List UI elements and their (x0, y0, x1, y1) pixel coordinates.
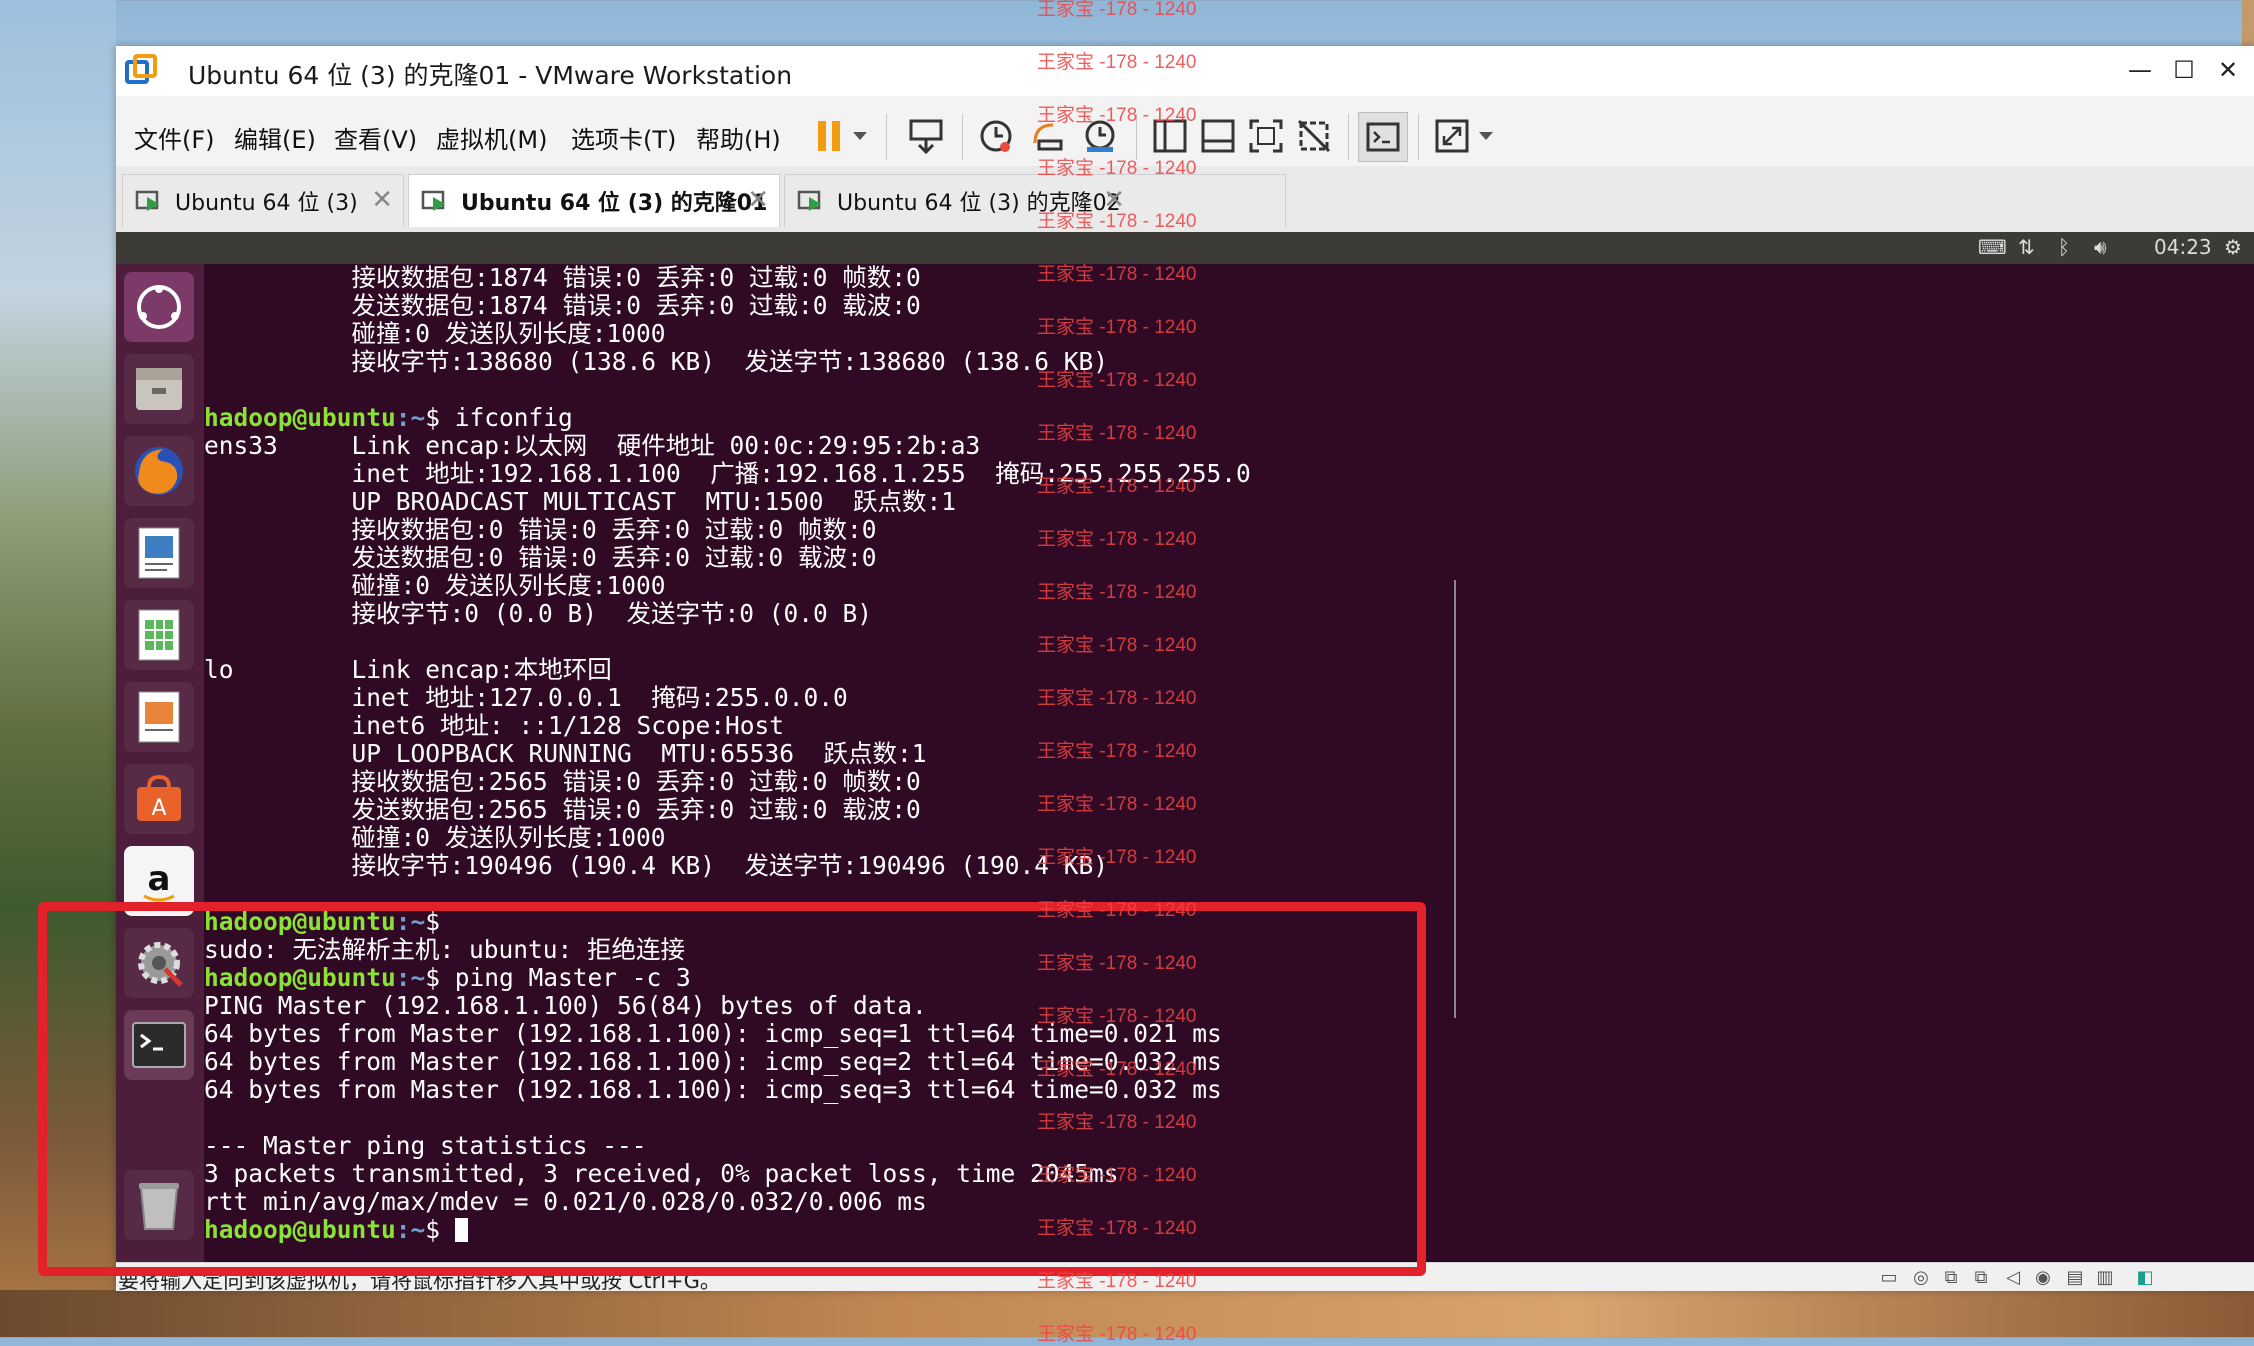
toolbar-separator (1418, 114, 1419, 160)
watermark: 王家宝 -178 - 1240 (1037, 52, 1197, 73)
sound-card-icon[interactable]: ◁ (2000, 1265, 2026, 1289)
window-title: Ubuntu 64 位 (3) 的克隆01 - VMware Workstati… (188, 61, 793, 90)
watermark: 王家宝 -178 - 1240 (1037, 317, 1197, 338)
toolbar-separator (886, 114, 887, 160)
cd-dvd-icon[interactable]: ◎ (1908, 1265, 1934, 1289)
minimize-button[interactable]: — (2118, 50, 2162, 90)
menu-edit[interactable]: 编辑(E) (234, 120, 316, 155)
tab-ubuntu-3[interactable]: Ubuntu 64 位 (3) ✕ (122, 174, 404, 227)
vm-running-icon (797, 190, 821, 211)
highlight-box (38, 902, 1426, 1276)
network-adapter-icon[interactable]: ⧉ (1938, 1265, 1964, 1289)
network-adapter-2-icon[interactable]: ⧉ (1968, 1265, 1994, 1289)
svg-text:A: A (151, 796, 166, 821)
menu-tabs[interactable]: 选项卡(T) (571, 120, 676, 155)
watermark: 王家宝 -178 - 1240 (1037, 1112, 1197, 1133)
vm-running-icon (135, 190, 159, 211)
terminal-line: lo Link encap:本地环回 (204, 655, 612, 684)
close-button[interactable]: ✕ (2206, 50, 2250, 90)
watermark: 王家宝 -178 - 1240 (1037, 0, 1197, 20)
watermark: 王家宝 -178 - 1240 (1037, 1324, 1197, 1345)
network-icon[interactable]: ⇅ (2018, 235, 2035, 259)
message-icon[interactable]: ◧ (2132, 1265, 2158, 1289)
watermark: 王家宝 -178 - 1240 (1037, 1059, 1197, 1080)
console-view-icon[interactable] (1358, 112, 1408, 162)
libreoffice-writer-icon[interactable] (124, 518, 194, 588)
menu-file[interactable]: 文件(F) (134, 120, 215, 155)
vm-running-icon (421, 190, 445, 211)
dash-home-icon[interactable] (124, 272, 194, 342)
watermark: 王家宝 -178 - 1240 (1037, 635, 1197, 656)
send-ctrl-alt-del-icon[interactable] (902, 112, 950, 160)
watermark: 王家宝 -178 - 1240 (1037, 794, 1197, 815)
watermark: 王家宝 -178 - 1240 (1037, 476, 1197, 497)
maximize-button[interactable]: ☐ (2162, 50, 2206, 90)
chevron-down-icon[interactable] (1472, 112, 1500, 160)
bluetooth-icon[interactable]: ᛒ (2058, 235, 2070, 259)
stretch-guest-icon[interactable] (1428, 112, 1476, 160)
watermark: 王家宝 -178 - 1240 (1037, 1218, 1197, 1239)
chevron-down-icon[interactable] (846, 112, 874, 160)
terminal-scrollbar[interactable] (1454, 580, 1456, 1018)
watermark: 王家宝 -178 - 1240 (1037, 211, 1197, 232)
watermark: 王家宝 -178 - 1240 (1037, 264, 1197, 285)
close-icon[interactable]: ✕ (747, 185, 769, 215)
libreoffice-impress-icon[interactable] (124, 682, 194, 752)
watermark: 王家宝 -178 - 1240 (1037, 741, 1197, 762)
toolbar-separator (1348, 114, 1349, 160)
prompt-path: :~ (395, 403, 426, 432)
prompt-command: $ ifconfig (425, 403, 573, 432)
tab-label: Ubuntu 64 位 (3) 的克隆01 (461, 191, 768, 216)
watermark: 王家宝 -178 - 1240 (1037, 688, 1197, 709)
watermark: 王家宝 -178 - 1240 (1037, 582, 1197, 603)
hard-disk-icon[interactable]: ▭ (1876, 1265, 1902, 1289)
watermark: 王家宝 -178 - 1240 (1037, 847, 1197, 868)
keyboard-icon[interactable]: ⌨ (1978, 235, 2007, 259)
libreoffice-calc-icon[interactable] (124, 600, 194, 670)
vmware-logo-icon (125, 54, 157, 84)
files-icon[interactable] (124, 354, 194, 424)
watermark: 王家宝 -178 - 1240 (1037, 1271, 1197, 1292)
tab-label: Ubuntu 64 位 (3) (175, 191, 358, 216)
printer-icon[interactable]: ▤ (2062, 1265, 2088, 1289)
unity-mode-icon[interactable] (1290, 112, 1338, 160)
display-icon[interactable]: ▥ (2092, 1265, 2118, 1289)
volume-icon[interactable]: 🔊︎ (2094, 235, 2107, 259)
menu-vm[interactable]: 虚拟机(M) (436, 120, 547, 155)
prompt-user: hadoop@ubuntu (204, 403, 396, 432)
usb-icon[interactable]: ◉ (2030, 1265, 2056, 1289)
snapshot-icon[interactable] (972, 112, 1020, 160)
close-icon[interactable]: ✕ (371, 185, 393, 215)
watermark: 王家宝 -178 - 1240 (1037, 529, 1197, 550)
firefox-icon[interactable] (124, 436, 194, 506)
thumbnail-bar-icon[interactable] (1194, 112, 1242, 160)
watermark: 王家宝 -178 - 1240 (1037, 370, 1197, 391)
toolbar-separator (962, 114, 963, 160)
watermark: 王家宝 -178 - 1240 (1037, 105, 1197, 126)
watermark: 王家宝 -178 - 1240 (1037, 1165, 1197, 1186)
menu-help[interactable]: 帮助(H) (696, 120, 781, 155)
tab-ubuntu-clone02[interactable]: Ubuntu 64 位 (3) 的克隆02 ✕ (784, 174, 1286, 227)
watermark: 王家宝 -178 - 1240 (1037, 1006, 1197, 1027)
watermark: 王家宝 -178 - 1240 (1037, 953, 1197, 974)
gear-icon[interactable]: ⚙ (2224, 235, 2242, 259)
svg-text:a: a (148, 859, 171, 899)
clock[interactable]: 04:23 (2154, 235, 2212, 259)
terminal-line: 接收字节:0 (0.0 B) 发送字节:0 (0.0 B) (204, 599, 873, 628)
watermark: 王家宝 -178 - 1240 (1037, 158, 1197, 179)
software-center-icon[interactable]: A (124, 764, 194, 834)
tab-ubuntu-clone01[interactable]: Ubuntu 64 位 (3) 的克隆01 ✕ (408, 174, 780, 227)
watermark: 王家宝 -178 - 1240 (1037, 423, 1197, 444)
menu-view[interactable]: 查看(V) (334, 120, 417, 155)
watermark: 王家宝 -178 - 1240 (1037, 900, 1197, 921)
full-screen-icon[interactable] (1242, 112, 1290, 160)
